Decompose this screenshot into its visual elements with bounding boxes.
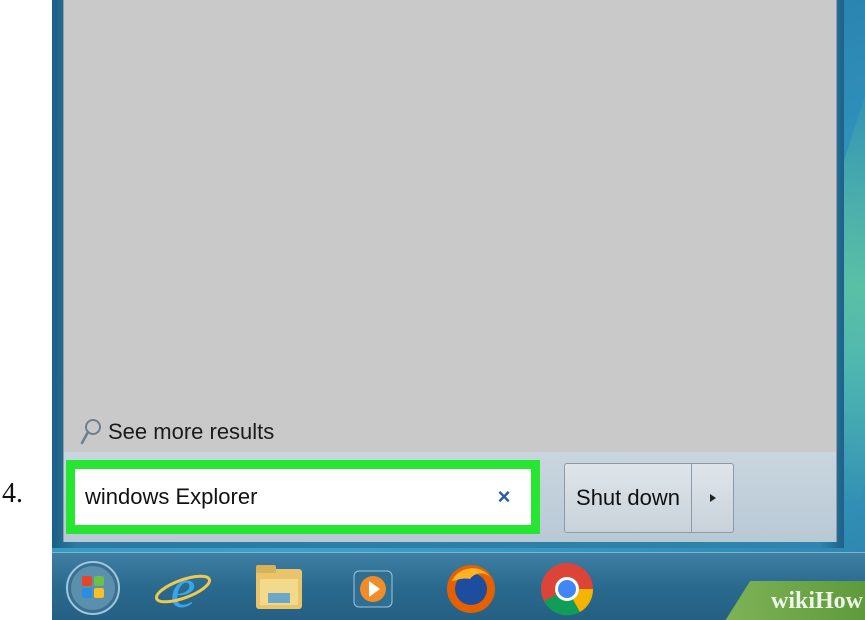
shutdown-options-button[interactable] [692,463,734,533]
see-more-results-label: See more results [108,419,275,444]
search-icon [80,419,101,445]
start-menu: See more results × Shut down [52,0,844,548]
clear-search-icon[interactable]: × [491,484,517,510]
chrome-icon[interactable] [536,559,598,617]
see-more-results-link[interactable]: See more results [80,418,274,446]
firefox-icon[interactable] [440,559,502,617]
results-panel: See more results [63,0,837,452]
watermark-text: wikiHow [770,588,863,614]
file-explorer-icon[interactable] [248,559,310,617]
internet-explorer-icon[interactable]: e [152,559,214,617]
svg-text:e: e [171,559,196,617]
media-player-icon[interactable] [342,559,404,617]
taskbar: e wikiHow [52,552,865,620]
wikihow-watermark: wikiHow [725,581,865,620]
search-input[interactable] [85,469,495,525]
step-number: 4. [2,478,23,509]
search-box-highlight: × [66,460,540,534]
shutdown-button[interactable]: Shut down [564,463,692,533]
start-orb-icon[interactable] [62,559,124,617]
shutdown-group: Shut down [564,463,734,533]
desktop-screen: See more results × Shut down [52,0,865,620]
triangle-right-icon [709,494,716,502]
